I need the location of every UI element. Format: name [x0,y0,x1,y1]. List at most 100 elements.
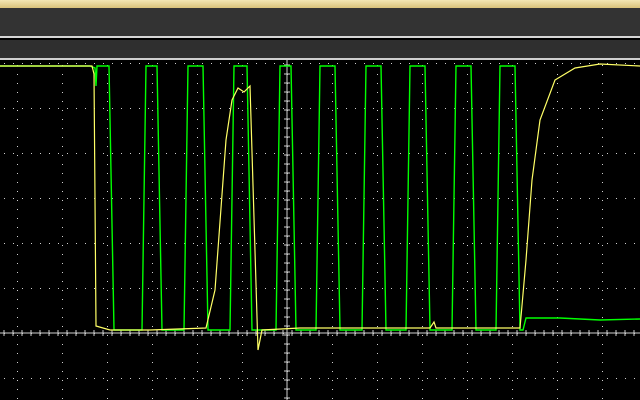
grid-dot [557,236,558,237]
grid-dot [422,128,423,129]
grid-dot [292,63,293,64]
grid-dot [377,353,378,354]
grid-dot [4,108,5,109]
grid-dot [175,153,176,154]
grid-dot [602,353,603,354]
grid-dot [152,281,153,282]
grid-dot [602,398,603,399]
grid-dot [265,63,266,64]
grid-dot [49,198,50,199]
grid-dot [332,389,333,390]
grid-dot [197,182,198,183]
grid-dot [310,108,311,109]
grid-dot [13,243,14,244]
grid-dot [607,378,608,379]
grid-dot [512,344,513,345]
grid-dot [197,290,198,291]
grid-dot [490,63,491,64]
grid-dot [512,281,513,282]
grid-dot [512,92,513,93]
grid-dot [220,198,221,199]
grid-dot [602,290,603,291]
grid-dot [310,288,311,289]
grid-dot [242,308,243,309]
grid-dot [400,153,401,154]
grid-dot [377,344,378,345]
grid-dot [467,227,468,228]
grid-dot [229,243,230,244]
grid-dot [562,108,563,109]
grid-dot [602,74,603,75]
grid-dot [76,63,77,64]
grid-dot [467,389,468,390]
grid-dot [422,272,423,273]
grid-dot [62,281,63,282]
grid-dot [382,63,383,64]
grid-dot [107,74,108,75]
grid-dot [332,263,333,264]
grid-dot [17,281,18,282]
grid-dot [602,380,603,381]
grid-dot [274,108,275,109]
grid-dot [332,182,333,183]
grid-dot [40,378,41,379]
grid-dot [481,288,482,289]
grid-dot [512,137,513,138]
grid-dot [499,198,500,199]
grid-dot [247,153,248,154]
grid-dot [152,236,153,237]
grid-dot [62,308,63,309]
grid-dot [377,200,378,201]
grid-dot [17,182,18,183]
grid-dot [242,335,243,336]
grid-dot [17,308,18,309]
grid-dot [557,335,558,336]
grid-dot [17,398,18,399]
grid-dot [508,198,509,199]
grid-dot [17,236,18,237]
grid-dot [139,243,140,244]
grid-dot [602,281,603,282]
grid-dot [229,63,230,64]
grid-dot [332,308,333,309]
grid-dot [467,200,468,201]
grid-dot [148,378,149,379]
grid-dot [332,236,333,237]
grid-dot [337,108,338,109]
grid-dot [602,200,603,201]
grid-dot [197,155,198,156]
grid-dot [571,153,572,154]
grid-dot [391,153,392,154]
grid-dot [220,378,221,379]
grid-dot [557,389,558,390]
grid-dot [508,153,509,154]
grid-dot [332,254,333,255]
grid-dot [62,371,63,372]
grid-dot [17,335,18,336]
grid-dot [481,63,482,64]
grid-dot [508,378,509,379]
grid-dot [283,63,284,64]
grid-dot [517,288,518,289]
grid-dot [602,236,603,237]
grid-dot [130,243,131,244]
grid-dot [112,378,113,379]
waveform-display[interactable] [0,60,640,400]
grid-dot [377,281,378,282]
grid-dot [526,153,527,154]
grid-dot [67,198,68,199]
grid-dot [571,378,572,379]
grid-dot [418,108,419,109]
grid-dot [467,263,468,264]
grid-dot [467,119,468,120]
grid-dot [152,299,153,300]
grid-dot [62,380,63,381]
grid-dot [337,288,338,289]
grid-dot [139,63,140,64]
grid-dot [310,243,311,244]
grid-dot [247,378,248,379]
grid-dot [139,108,140,109]
grid-dot [103,288,104,289]
grid-dot [62,92,63,93]
grid-dot [62,398,63,399]
